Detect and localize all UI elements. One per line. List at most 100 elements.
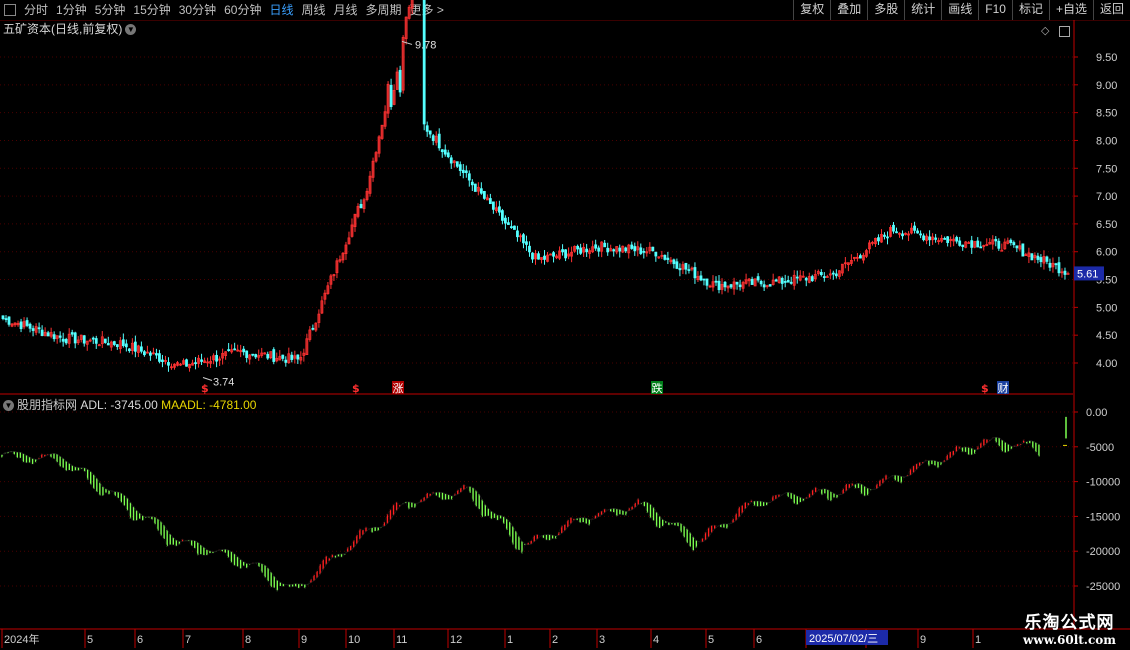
candle-body [531, 252, 534, 260]
candle-body [762, 284, 766, 288]
adl-line [1, 436, 1040, 592]
candle-body [290, 354, 294, 360]
candle-body [185, 359, 188, 367]
event-marker-label: 跌 [652, 381, 663, 395]
time-axis-label: 7 [185, 634, 191, 646]
candle-body [666, 257, 670, 260]
candle-body [455, 161, 459, 167]
candle-body [976, 240, 980, 248]
candle-body [630, 244, 634, 249]
low-label: 3.74 [213, 376, 234, 388]
candle-body [723, 281, 727, 288]
candle-body [633, 246, 637, 252]
candle-body [516, 230, 519, 238]
candle-body [7, 316, 11, 325]
candle-body [810, 276, 814, 282]
candle-body [112, 341, 116, 345]
candle-body [1048, 262, 1052, 268]
time-axis-label: 1 [507, 634, 513, 646]
candle-body [37, 327, 41, 330]
price-axis-label: 4.50 [1096, 330, 1117, 342]
candle-body [443, 149, 447, 155]
candle-body [121, 339, 125, 347]
candle-body [537, 253, 540, 260]
candle-body [687, 269, 691, 271]
candle-body [31, 328, 35, 331]
candle-body [254, 354, 258, 358]
indicator-axis-label: 0.00 [1086, 407, 1107, 419]
candle-body [94, 338, 98, 344]
time-axis-label: 5 [87, 634, 93, 646]
candle-body [70, 332, 74, 335]
candle-body [133, 341, 137, 352]
candle-body [834, 273, 838, 277]
indicator-axis-label: -10000 [1086, 477, 1120, 489]
candle-body [398, 69, 402, 93]
candle-body [892, 224, 895, 232]
candle-body [1057, 262, 1061, 274]
candle-body [103, 338, 107, 343]
indicator-axis-label: -25000 [1086, 581, 1120, 593]
time-axis-label: 9 [301, 634, 307, 646]
candle-body [576, 245, 580, 250]
candle-body [215, 354, 219, 362]
candle-body [1066, 273, 1070, 275]
candle-body [194, 362, 197, 365]
candle-body [913, 225, 916, 231]
price-axis-label: 4.00 [1096, 358, 1117, 370]
candle-body [1000, 249, 1004, 252]
candle-body [780, 277, 784, 284]
candle-body [642, 250, 646, 253]
candle-body [431, 135, 435, 141]
candle-body [501, 210, 504, 221]
candle-body [73, 332, 77, 344]
candle-body [759, 280, 763, 285]
candle-body [693, 267, 697, 279]
candle-body [422, 0, 426, 125]
candle-body [997, 240, 1001, 249]
event-marker-label: 涨 [393, 382, 404, 395]
candle-body [284, 359, 288, 363]
candle-body [296, 354, 300, 360]
candle-body [1045, 256, 1049, 262]
candle-body [4, 318, 8, 321]
time-axis-label: 2 [552, 634, 558, 646]
time-axis-label: 1 [975, 634, 981, 646]
price-axis-label: 9.50 [1096, 52, 1117, 64]
candle-body [513, 225, 516, 230]
candle-body [124, 343, 128, 348]
candle-body [1054, 263, 1058, 266]
candle-body [717, 280, 721, 291]
candle-body [428, 130, 432, 135]
candle-body [994, 238, 998, 242]
candle-body [482, 190, 486, 199]
candle-body [663, 254, 667, 260]
candle-body [161, 359, 164, 362]
price-axis-label: 8.00 [1096, 135, 1117, 147]
candle-body [525, 241, 528, 245]
candle-body [612, 249, 616, 252]
maadl-line [1, 436, 1040, 585]
chart-canvas[interactable]: 9.509.008.508.007.507.006.506.005.505.00… [0, 0, 1130, 650]
candle-body [624, 247, 628, 252]
candle-body [702, 278, 706, 281]
candle-body [651, 246, 655, 252]
candle-body [684, 262, 688, 270]
candle-body [901, 233, 904, 237]
watermark-title: 乐淘公式网 [1024, 613, 1115, 633]
candle-body [756, 276, 760, 281]
candle-body [227, 349, 231, 352]
candle-body [804, 277, 808, 281]
candle-body [507, 222, 510, 225]
candle-body [242, 348, 246, 353]
candle-body [149, 352, 152, 356]
candle-body [735, 281, 739, 285]
candle-body [699, 275, 703, 281]
candle-body [251, 353, 255, 356]
candle-body [245, 350, 249, 358]
candle-body [522, 234, 525, 244]
candle-body [594, 244, 598, 249]
candle-body [461, 169, 465, 174]
candle-body [819, 272, 823, 276]
candle-body [795, 276, 799, 279]
